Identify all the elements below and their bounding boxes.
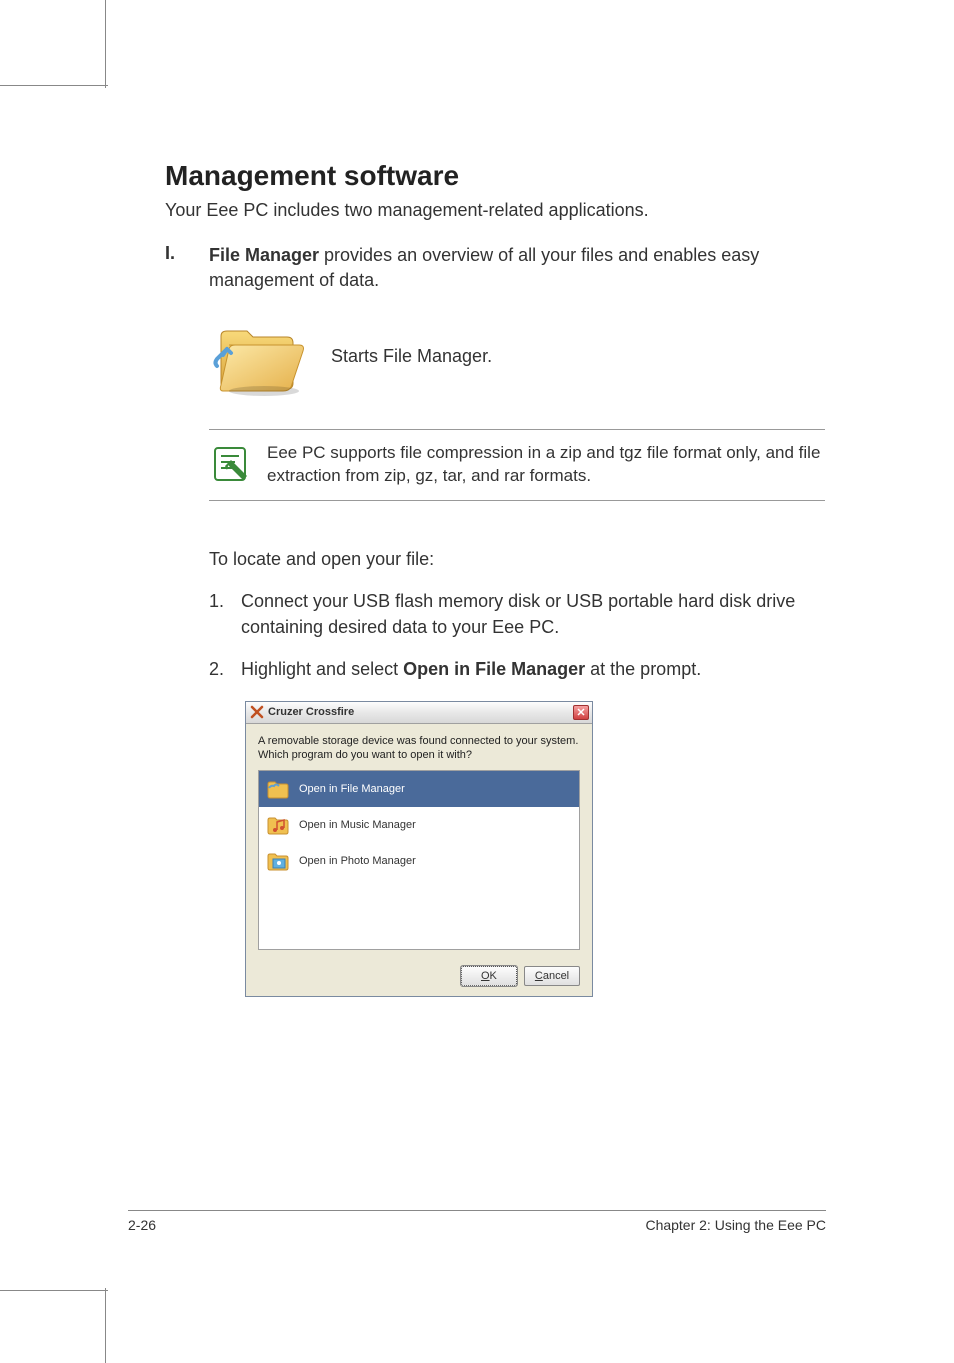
dialog-window: Cruzer Crossfire A removable storage dev…: [245, 701, 593, 998]
doc-frame-left: [0, 85, 108, 86]
titlebar: Cruzer Crossfire: [246, 702, 592, 724]
photo-folder-icon: [265, 848, 291, 874]
option-open-photo-manager[interactable]: Open in Photo Manager: [259, 843, 579, 879]
chapter-label: Chapter 2: Using the Eee PC: [645, 1217, 826, 1233]
subheading: To locate and open your file:: [209, 549, 825, 570]
dialog-message: A removable storage device was found con…: [258, 734, 580, 763]
section-body: File Manager provides an overview of all…: [209, 243, 825, 293]
step-body: Highlight and select Open in File Manage…: [241, 656, 701, 682]
close-button[interactable]: [573, 705, 589, 720]
ok-button[interactable]: OK: [461, 966, 517, 986]
folder-icon: [209, 311, 309, 401]
section-title: File Manager: [209, 245, 319, 265]
icon-row: Starts File Manager.: [209, 311, 825, 401]
intro-text: Your Eee PC includes two management-rela…: [165, 200, 825, 221]
doc-frame-top: [105, 0, 106, 88]
note-icon: [209, 442, 253, 486]
option-label: Open in File Manager: [299, 783, 405, 795]
step-item: 1. Connect your USB flash memory disk or…: [209, 588, 825, 640]
steps-list: 1. Connect your USB flash memory disk or…: [209, 588, 825, 682]
page-content: Management software Your Eee PC includes…: [165, 160, 825, 997]
doc-frame-bottom-h: [0, 1290, 108, 1291]
step-num: 1.: [209, 588, 241, 640]
page-footer: 2-26 Chapter 2: Using the Eee PC: [128, 1210, 826, 1233]
step-num: 2.: [209, 656, 241, 682]
doc-frame-bottom-v: [105, 1288, 106, 1363]
dialog-title: Cruzer Crossfire: [268, 706, 354, 718]
page-number: 2-26: [128, 1217, 156, 1233]
option-list: Open in File Manager Open in Music Manag…: [258, 770, 580, 950]
option-label: Open in Music Manager: [299, 819, 416, 831]
dialog-footer: OK Cancel: [246, 958, 592, 996]
option-open-music-manager[interactable]: Open in Music Manager: [259, 807, 579, 843]
folder-small-icon: [265, 776, 291, 802]
note-text: Eee PC supports file compression in a zi…: [267, 442, 825, 488]
music-folder-icon: [265, 812, 291, 838]
option-label: Open in Photo Manager: [299, 855, 416, 867]
step-item: 2. Highlight and select Open in File Man…: [209, 656, 825, 682]
step-body: Connect your USB flash memory disk or US…: [241, 588, 825, 640]
section-row: I. File Manager provides an overview of …: [165, 243, 825, 293]
dialog-body: A removable storage device was found con…: [246, 724, 592, 959]
app-x-icon: [250, 705, 264, 719]
dialog-screenshot: Cruzer Crossfire A removable storage dev…: [245, 701, 825, 998]
icon-caption: Starts File Manager.: [331, 346, 492, 367]
cancel-button[interactable]: Cancel: [524, 966, 580, 986]
section-marker: I.: [165, 243, 209, 293]
section-heading: Management software: [165, 160, 825, 192]
note-box: Eee PC supports file compression in a zi…: [209, 429, 825, 501]
option-open-file-manager[interactable]: Open in File Manager: [259, 771, 579, 807]
